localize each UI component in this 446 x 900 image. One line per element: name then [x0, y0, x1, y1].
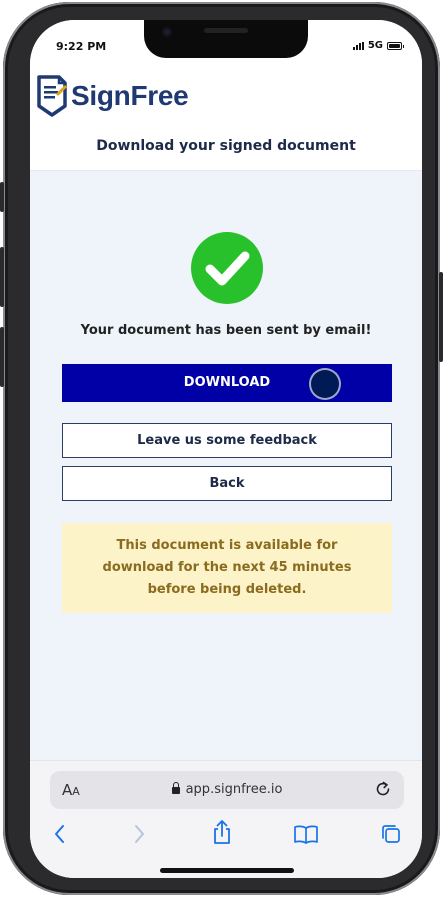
download-button-label: DOWNLOAD [183, 375, 271, 390]
success-badge [191, 232, 263, 304]
feedback-button-label: Leave us some feedback [137, 433, 317, 448]
app-header: SignFree Download your signed document [30, 72, 422, 171]
feedback-button[interactable]: Leave us some feedback [62, 423, 392, 458]
phone-frame: 9:22 PM 5G SignFree Download your signed… [0, 2, 443, 895]
network-label: 5G [367, 40, 383, 51]
status-time: 9:22 PM [56, 40, 107, 53]
page-title: Download your signed document [96, 138, 356, 154]
address-bar[interactable]: AA app.signfree.io [50, 771, 404, 809]
power-button [439, 272, 443, 362]
back-button[interactable]: Back [62, 466, 392, 501]
logo-document-icon [37, 75, 67, 117]
volume-up-button [0, 247, 4, 307]
back-button-label: Back [209, 476, 245, 491]
screen: 9:22 PM 5G SignFree Download your signed… [30, 20, 422, 878]
url-display[interactable]: app.signfree.io [50, 782, 404, 797]
share-icon[interactable] [211, 819, 233, 845]
sent-message: Your document has been sent by email! [80, 323, 372, 338]
tabs-icon[interactable] [380, 823, 402, 845]
url-text: app.signfree.io [185, 782, 283, 797]
status-indicators: 5G [352, 40, 404, 51]
notch [144, 20, 308, 58]
browser-chrome: AA app.signfree.io [30, 760, 422, 878]
back-icon[interactable] [52, 823, 68, 845]
logo[interactable]: SignFree [36, 74, 189, 118]
signal-icon [352, 41, 364, 50]
forward-icon[interactable] [131, 823, 147, 845]
download-button[interactable]: DOWNLOAD [62, 364, 392, 402]
silent-switch [0, 182, 4, 212]
expiry-notice: This document is available for download … [62, 523, 392, 613]
checkmark-icon [205, 251, 250, 286]
touch-cursor [311, 370, 339, 398]
front-camera [162, 27, 172, 37]
lock-icon [171, 782, 180, 794]
bookmarks-icon[interactable] [293, 824, 319, 844]
volume-down-button [0, 327, 4, 387]
logo-text: SignFree [71, 80, 189, 111]
battery-icon [387, 41, 404, 50]
reload-icon[interactable] [374, 780, 392, 798]
speaker [204, 28, 248, 33]
home-indicator[interactable] [160, 868, 294, 873]
main-content: Your document has been sent by email! DO… [30, 171, 422, 761]
